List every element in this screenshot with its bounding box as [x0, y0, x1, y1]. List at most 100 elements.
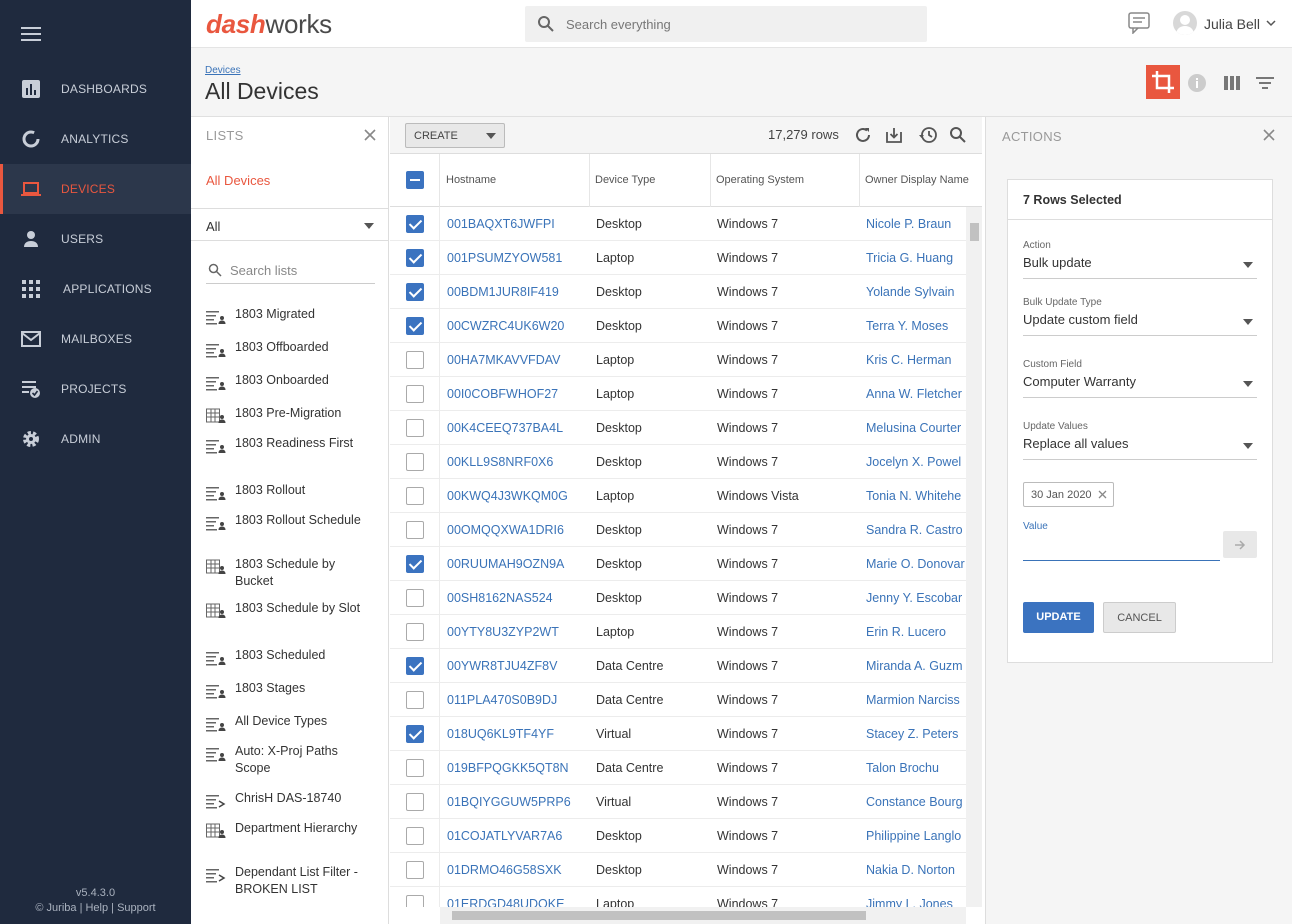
owner-cell[interactable]: Nicole P. Braun [866, 207, 966, 241]
owner-cell[interactable]: Tonia N. Whitehe [866, 479, 966, 513]
close-icon[interactable] [1263, 129, 1275, 141]
nav-users[interactable]: USERS [0, 214, 191, 264]
hostname-cell[interactable]: 00YWR8TJU4ZF8V [447, 649, 587, 683]
filter-icon[interactable] [1255, 73, 1275, 93]
table-row[interactable]: 01COJATLYVAR7A6 Desktop Windows 7 Philippin… [390, 819, 966, 853]
hostname-cell[interactable]: 00HA7MKAVVFDAV [447, 343, 587, 377]
owner-cell[interactable]: Philippine Langlo [866, 819, 966, 853]
owner-cell[interactable]: Anna W. Fletcher [866, 377, 966, 411]
table-row[interactable]: 01DRMO46G58SXK Desktop Windows 7 Nakia D. N… [390, 853, 966, 887]
hostname-cell[interactable]: 00KWQ4J3WKQM0G [447, 479, 587, 513]
row-checkbox[interactable] [406, 249, 424, 267]
hostname-cell[interactable]: 01COJATLYVAR7A6 [447, 819, 587, 853]
owner-cell[interactable]: Talon Brochu [866, 751, 966, 785]
refresh-icon[interactable] [854, 126, 872, 144]
history-icon[interactable] [919, 126, 937, 144]
nav-applications[interactable]: APPLICATIONS [0, 264, 191, 314]
owner-cell[interactable]: Yolande Sylvain [866, 275, 966, 309]
table-row[interactable]: 01ERDGD48UDOKE Laptop Windows 7 Jimmy L. Jo… [390, 887, 966, 907]
chat-icon[interactable] [1128, 12, 1150, 34]
columns-icon[interactable] [1222, 73, 1242, 93]
column-header-hostname[interactable]: Hostname [440, 154, 590, 207]
table-row[interactable]: 00KWQ4J3WKQM0G Laptop Windows Vista Tonia N… [390, 479, 966, 513]
breadcrumb[interactable]: Devices [205, 65, 241, 76]
table-row[interactable]: 00BDM1JUR8IF419 Desktop Windows 7 Yolande S… [390, 275, 966, 309]
nav-projects[interactable]: PROJECTS [0, 364, 191, 414]
hostname-cell[interactable]: 001PSUMZYOW581 [447, 241, 587, 275]
row-checkbox[interactable] [406, 725, 424, 743]
owner-cell[interactable]: Erin R. Lucero [866, 615, 966, 649]
table-row[interactable]: 00YWR8TJU4ZF8V Data Centre Windows 7 Mirand… [390, 649, 966, 683]
table-row[interactable]: 00RUUMAH9OZN9A Desktop Windows 7 Marie O. D… [390, 547, 966, 581]
footer-links[interactable]: © Juriba | Help | Support [0, 901, 191, 916]
add-value-button[interactable] [1223, 531, 1257, 558]
avatar[interactable] [1173, 11, 1197, 35]
selected-list[interactable]: All Devices [206, 173, 270, 188]
owner-cell[interactable]: Kris C. Herman [866, 343, 966, 377]
select-all-checkbox[interactable] [406, 171, 424, 189]
table-row[interactable]: 00OMQQXWA1DRI6 Desktop Windows 7 Sandra R. … [390, 513, 966, 547]
owner-cell[interactable]: Constance Bourg [866, 785, 966, 819]
table-row[interactable]: 00CWZRC4UK6W20 Desktop Windows 7 Terra Y. M… [390, 309, 966, 343]
table-row[interactable]: 011PLA470S0B9DJ Data Centre Windows 7 Marmi… [390, 683, 966, 717]
table-row[interactable]: 001BAQXT6JWFPI Desktop Windows 7 Nicole P. … [390, 207, 966, 241]
row-checkbox[interactable] [406, 521, 424, 539]
user-name[interactable]: Julia Bell [1204, 16, 1260, 32]
nav-devices[interactable]: DEVICES [0, 164, 191, 214]
update-button[interactable]: UPDATE [1023, 602, 1094, 633]
row-checkbox[interactable] [406, 793, 424, 811]
export-icon[interactable] [885, 126, 903, 144]
hostname-cell[interactable]: 00OMQQXWA1DRI6 [447, 513, 587, 547]
hamburger-menu-icon[interactable] [21, 27, 41, 41]
list-filter-select[interactable]: All [191, 208, 388, 241]
crop-button[interactable] [1146, 65, 1180, 99]
nav-dashboards[interactable]: DASHBOARDS [0, 64, 191, 114]
hostname-cell[interactable]: 01ERDGD48UDOKE [447, 887, 587, 907]
create-button[interactable]: CREATE [405, 123, 505, 148]
nav-admin[interactable]: ADMIN [0, 414, 191, 464]
nav-mailboxes[interactable]: MAILBOXES [0, 314, 191, 364]
row-checkbox[interactable] [406, 861, 424, 879]
owner-cell[interactable]: Jenny Y. Escobar [866, 581, 966, 615]
table-row[interactable]: 00YTY8U3ZYP2WT Laptop Windows 7 Erin R. Luc… [390, 615, 966, 649]
global-search[interactable]: Search everything [525, 6, 927, 42]
search-lists-input[interactable]: Search lists [206, 257, 375, 284]
column-header-device-type[interactable]: Device Type [589, 154, 711, 207]
table-row[interactable]: 00HA7MKAVVFDAV Laptop Windows 7 Kris C. Her… [390, 343, 966, 377]
owner-cell[interactable]: Jimmy L. Jones [866, 887, 966, 907]
value-input[interactable] [1023, 535, 1220, 561]
table-row[interactable]: 01BQIYGGUW5PRP6 Virtual Windows 7 Constance… [390, 785, 966, 819]
row-checkbox[interactable] [406, 555, 424, 573]
hostname-cell[interactable]: 00SH8162NAS524 [447, 581, 587, 615]
hostname-cell[interactable]: 001BAQXT6JWFPI [447, 207, 587, 241]
table-row[interactable]: 00K4CEEQ737BA4L Desktop Windows 7 Melusina … [390, 411, 966, 445]
hostname-cell[interactable]: 00I0COBFWHOF27 [447, 377, 587, 411]
table-row[interactable]: 00KLL9S8NRF0X6 Desktop Windows 7 Jocelyn X.… [390, 445, 966, 479]
column-header-owner[interactable]: Owner Display Name [859, 154, 982, 207]
row-checkbox[interactable] [406, 385, 424, 403]
hostname-cell[interactable]: 019BFPQGKK5QT8N [447, 751, 587, 785]
row-checkbox[interactable] [406, 453, 424, 471]
hostname-cell[interactable]: 00CWZRC4UK6W20 [447, 309, 587, 343]
search-icon[interactable] [949, 126, 967, 144]
owner-cell[interactable]: Marie O. Donovar [866, 547, 966, 581]
info-icon[interactable] [1187, 73, 1207, 93]
horizontal-scrollbar[interactable] [440, 907, 966, 924]
hostname-cell[interactable]: 011PLA470S0B9DJ [447, 683, 587, 717]
hostname-cell[interactable]: 00KLL9S8NRF0X6 [447, 445, 587, 479]
table-row[interactable]: 00SH8162NAS524 Desktop Windows 7 Jenny Y. E… [390, 581, 966, 615]
row-checkbox[interactable] [406, 215, 424, 233]
hostname-cell[interactable]: 00BDM1JUR8IF419 [447, 275, 587, 309]
column-header-operating-system[interactable]: Operating System [710, 154, 860, 207]
owner-cell[interactable]: Sandra R. Castro [866, 513, 966, 547]
nav-analytics[interactable]: ANALYTICS [0, 114, 191, 164]
owner-cell[interactable]: Marmion Narciss [866, 683, 966, 717]
scroll-thumb[interactable] [970, 223, 979, 241]
owner-cell[interactable]: Tricia G. Huang [866, 241, 966, 275]
owner-cell[interactable]: Stacey Z. Peters [866, 717, 966, 751]
close-icon[interactable] [364, 129, 376, 141]
owner-cell[interactable]: Terra Y. Moses [866, 309, 966, 343]
remove-chip-icon[interactable] [1098, 490, 1107, 499]
table-row[interactable]: 00I0COBFWHOF27 Laptop Windows 7 Anna W. Fle… [390, 377, 966, 411]
vertical-scrollbar[interactable] [966, 207, 982, 907]
